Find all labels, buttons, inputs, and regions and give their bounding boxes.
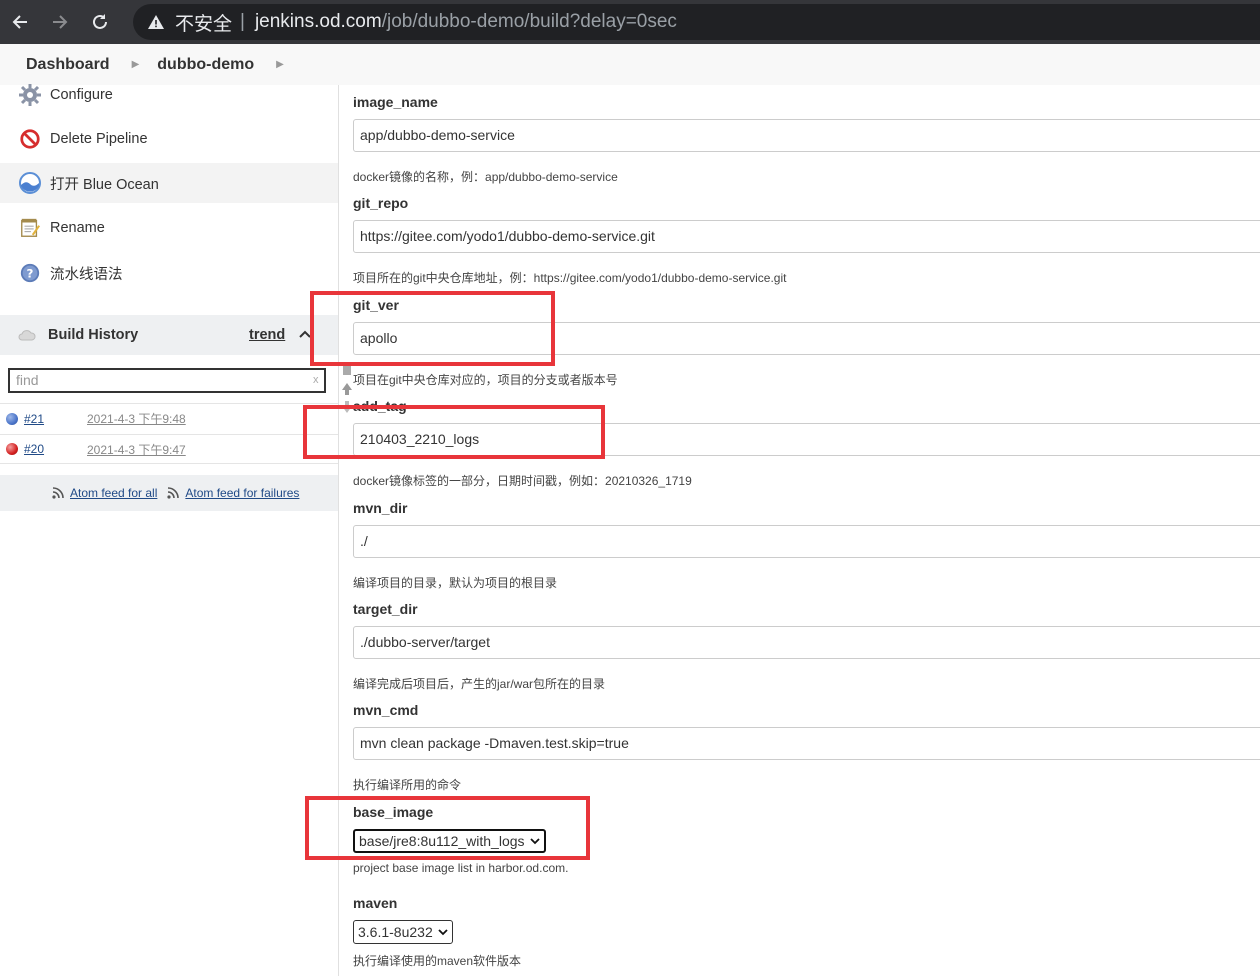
- task-label: 打开 Blue Ocean: [50, 176, 159, 193]
- param-description: docker镜像标签的一部分，日期时间戳，例如：20210326_1719: [353, 474, 692, 488]
- task-rename[interactable]: Rename: [0, 208, 338, 248]
- highlight-git-ver: [310, 291, 555, 366]
- breadcrumb-arrow-icon[interactable]: ▶: [132, 59, 140, 70]
- no-entry-icon: [18, 127, 42, 151]
- rss-icon: [167, 487, 180, 499]
- param-mvn-dir: mvn_dir ./ 编译项目的目录，默认为项目的根目录: [353, 500, 1260, 590]
- task-label: Delete Pipeline: [50, 131, 148, 147]
- feed-all-link[interactable]: Atom feed for all: [70, 486, 157, 500]
- svg-text:?: ?: [27, 267, 34, 281]
- warning-icon: [147, 13, 165, 31]
- help-icon: ?: [18, 261, 42, 285]
- task-blue-ocean[interactable]: 打开 Blue Ocean: [0, 163, 338, 203]
- feed-failures-link[interactable]: Atom feed for failures: [185, 486, 299, 500]
- back-arrow-icon: [12, 15, 27, 29]
- task-pipeline-syntax[interactable]: ? 流水线语法: [0, 253, 338, 293]
- build-row: #21 2021-4-3 下午9:48: [0, 403, 338, 433]
- param-label: mvn_dir: [353, 500, 408, 516]
- url-host: jenkins.od.com: [254, 11, 382, 32]
- build-number-link[interactable]: #21: [24, 412, 87, 426]
- param-maven: maven 3.6.1-8u232 执行编译使用的maven软件版本: [353, 895, 1260, 968]
- select-value: 3.6.1-8u232: [358, 924, 433, 940]
- gear-icon: [18, 83, 42, 107]
- insecure-label: 不安全: [175, 13, 233, 35]
- url-path: /job/dubbo-demo/build?delay=0sec: [381, 11, 677, 32]
- highlight-add-tag: [303, 405, 605, 459]
- param-label: maven: [353, 895, 398, 911]
- browser-toolbar: 不安全 | jenkins.od.com/job/dubbo-demo/buil…: [0, 0, 1260, 44]
- build-number-link[interactable]: #20: [24, 442, 87, 456]
- build-history-title: Build History: [48, 327, 139, 343]
- status-ball-icon: [6, 412, 18, 425]
- forward-button[interactable]: [40, 0, 80, 44]
- build-date-link[interactable]: 2021-4-3 下午9:48: [87, 410, 186, 427]
- task-delete-pipeline[interactable]: Delete Pipeline: [0, 119, 338, 159]
- status-ball-icon: [6, 443, 18, 455]
- sidebar: Configure Delete Pipeline 打开 Blue Ocean …: [0, 84, 338, 976]
- mvn-cmd-input[interactable]: mvn clean package -Dmaven.test.skip=true: [353, 727, 1260, 760]
- cloud-icon: [18, 328, 36, 342]
- reload-button[interactable]: [80, 0, 120, 44]
- breadcrumb-dashboard[interactable]: Dashboard: [26, 56, 110, 74]
- param-description: docker镜像的名称，例：app/dubbo-demo-service: [353, 170, 618, 184]
- build-date-link[interactable]: 2021-4-3 下午9:47: [87, 441, 186, 458]
- target-dir-input[interactable]: ./dubbo-server/target: [353, 626, 1260, 659]
- forward-arrow-icon: [53, 15, 68, 29]
- build-row: #20 2021-4-3 下午9:47: [0, 434, 338, 464]
- build-search-input[interactable]: find: [8, 368, 326, 393]
- clear-search-icon[interactable]: x: [313, 374, 319, 386]
- task-label: 流水线语法: [50, 266, 123, 283]
- param-git-repo: git_repo https://gitee.com/yodo1/dubbo-d…: [353, 195, 1260, 285]
- task-label: Rename: [50, 220, 105, 236]
- rss-icon: [52, 487, 64, 499]
- param-description: 执行编译所用的命令: [353, 778, 462, 792]
- task-label: Configure: [50, 87, 113, 103]
- url-separator: |: [240, 11, 245, 32]
- param-image-name: image_name app/dubbo-demo-service docker…: [353, 94, 1260, 184]
- param-description: 项目所在的git中央仓库地址，例：https://gitee.com/yodo1…: [353, 271, 787, 285]
- notepad-icon: [18, 216, 42, 240]
- highlight-base-image: [305, 796, 590, 860]
- param-description: 编译完成后项目后，产生的jar/war包所在的目录: [353, 677, 606, 691]
- address-bar[interactable]: 不安全 | jenkins.od.com/job/dubbo-demo/buil…: [133, 4, 1260, 40]
- param-target-dir: target_dir ./dubbo-server/target 编译完成后项目…: [353, 601, 1260, 691]
- breadcrumb-arrow-icon[interactable]: ▶: [276, 59, 284, 70]
- atom-feeds: Atom feed for all Atom feed for failures: [0, 475, 338, 511]
- task-configure[interactable]: Configure: [0, 75, 338, 115]
- maven-select[interactable]: 3.6.1-8u232: [353, 920, 453, 944]
- trend-link[interactable]: trend: [249, 327, 285, 343]
- back-button[interactable]: [0, 0, 40, 44]
- param-label: target_dir: [353, 601, 418, 617]
- blue-ocean-icon: [18, 171, 42, 195]
- git-repo-input[interactable]: https://gitee.com/yodo1/dubbo-demo-servi…: [353, 220, 1260, 253]
- mvn-dir-input[interactable]: ./: [353, 525, 1260, 558]
- chevron-down-icon: [438, 929, 448, 936]
- param-mvn-cmd: mvn_cmd mvn clean package -Dmaven.test.s…: [353, 702, 1260, 792]
- param-label: image_name: [353, 94, 438, 110]
- breadcrumb-job[interactable]: dubbo-demo: [157, 56, 254, 74]
- param-label: git_repo: [353, 195, 409, 211]
- param-description: 编译项目的目录，默认为项目的根目录: [353, 576, 558, 590]
- param-description: 项目在git中央仓库对应的，项目的分支或者版本号: [353, 373, 618, 387]
- param-label: mvn_cmd: [353, 702, 419, 718]
- param-description: project base image list in harbor.od.com…: [353, 861, 569, 875]
- param-description: 执行编译使用的maven软件版本: [353, 954, 522, 968]
- build-history-header: Build History trend: [0, 315, 338, 355]
- reload-icon: [93, 14, 107, 29]
- image-name-input[interactable]: app/dubbo-demo-service: [353, 119, 1260, 152]
